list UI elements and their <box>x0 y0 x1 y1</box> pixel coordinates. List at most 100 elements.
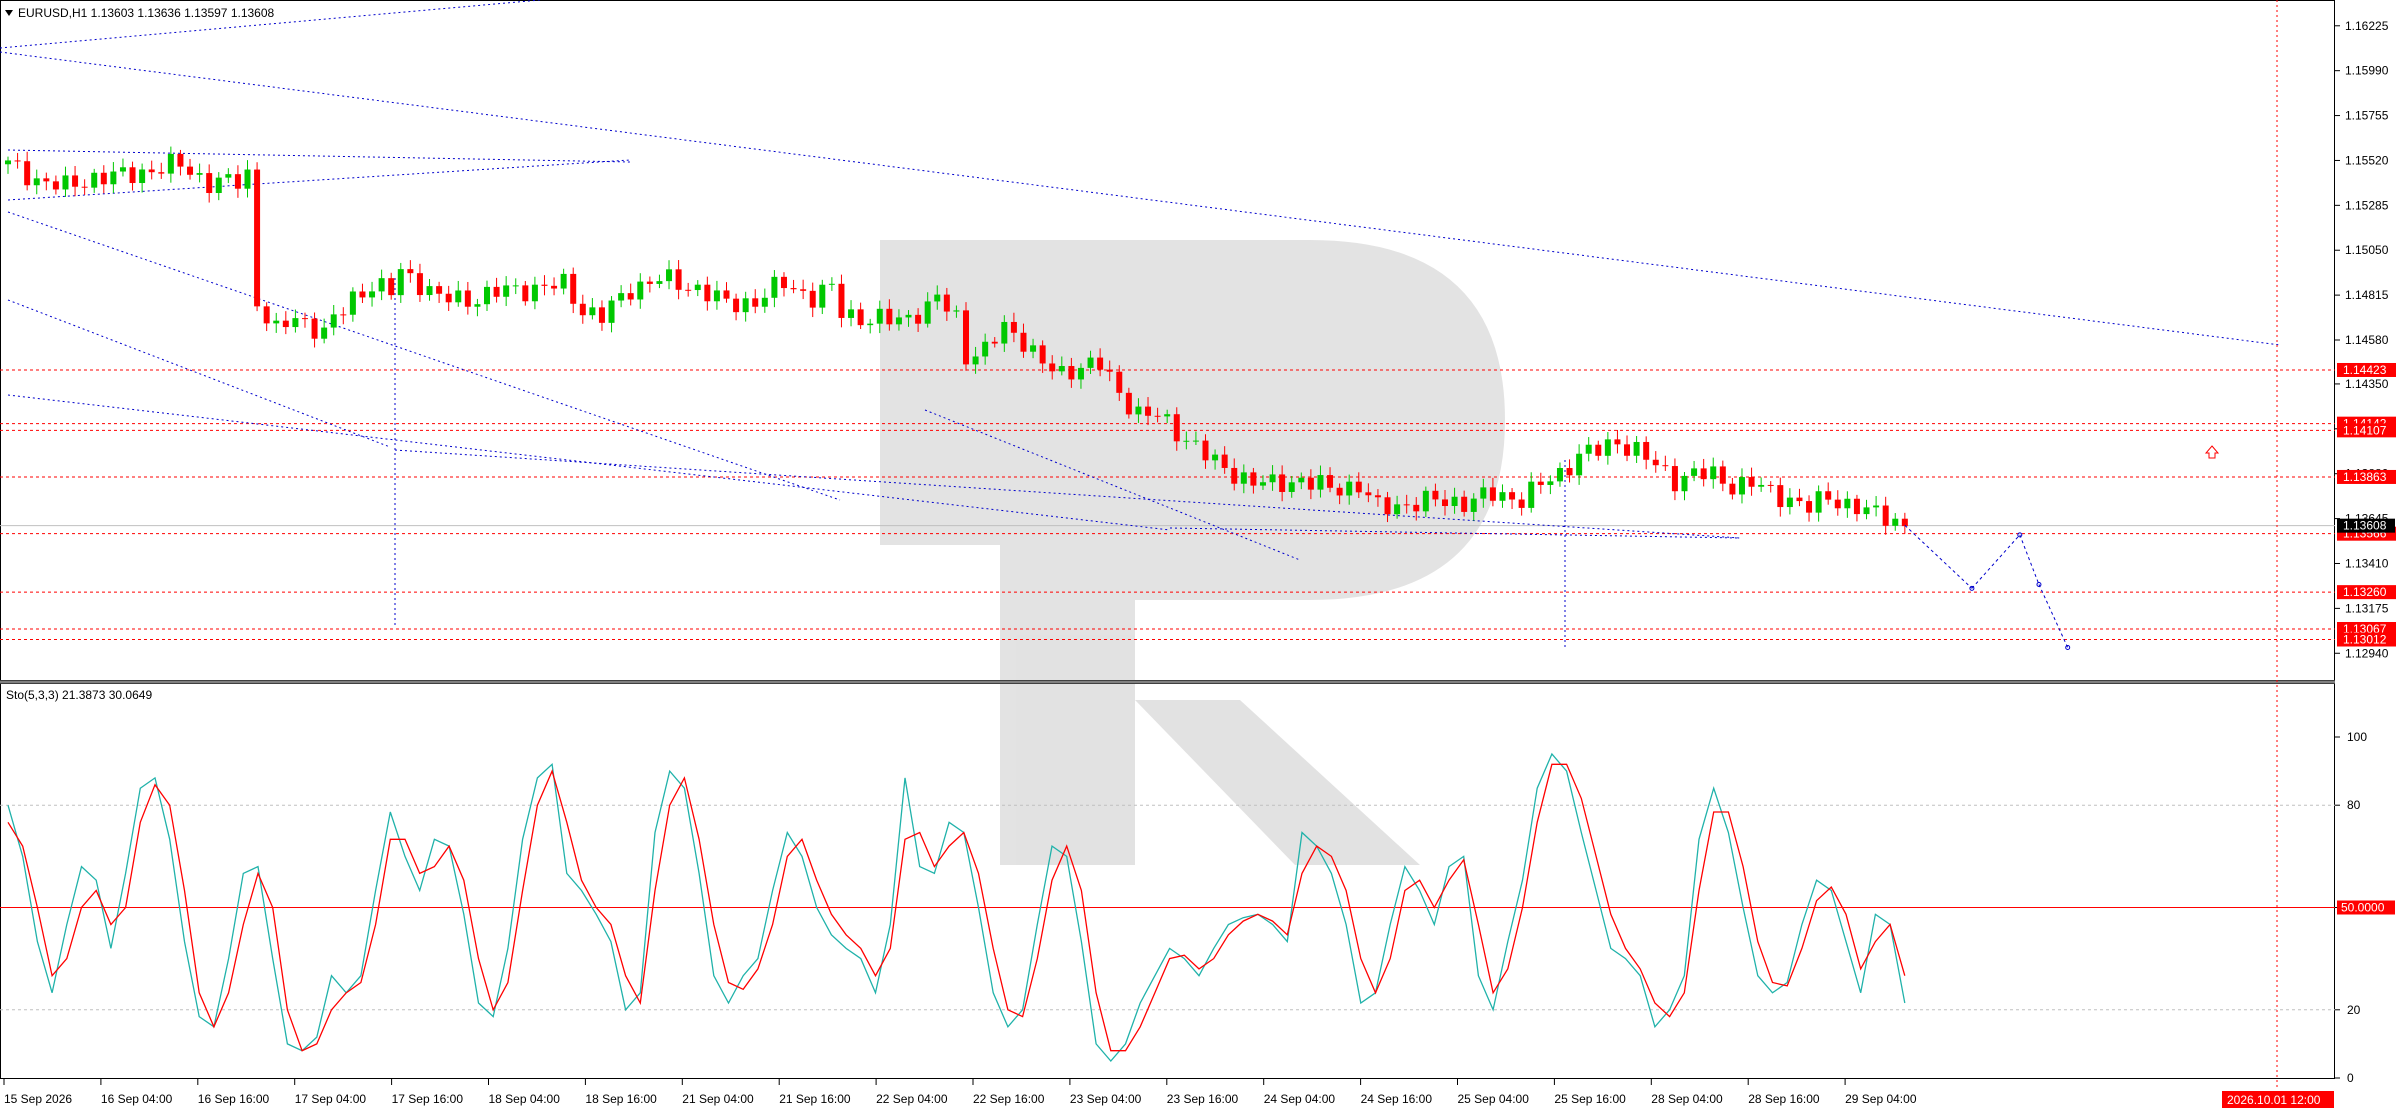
candle-body <box>1470 498 1477 512</box>
candle-body <box>378 278 385 292</box>
candle-body <box>177 153 184 167</box>
candle-body <box>828 283 835 285</box>
candle-body <box>541 284 548 286</box>
candle-body <box>62 175 69 190</box>
candle-body <box>1892 518 1899 526</box>
candle-body <box>187 166 194 175</box>
candle-body <box>1192 440 1199 442</box>
candle-body <box>522 285 529 302</box>
candle-body <box>234 174 241 189</box>
candle-body <box>694 284 701 291</box>
sto-tick-label: 50.0000 <box>2341 901 2385 915</box>
candle-body <box>426 286 433 296</box>
candle-body <box>1882 505 1889 526</box>
candle-body <box>244 169 251 189</box>
trading-chart[interactable]: 1.16225 1.15990 1.15755 1.15520 1.15285 1.150… <box>0 0 2396 1110</box>
time-tick-label: 17 Sep 04:00 <box>295 1092 367 1106</box>
candle-body <box>1279 474 1286 492</box>
candle-body <box>579 303 586 316</box>
trendline <box>7 149 631 163</box>
candle-body <box>953 310 960 312</box>
candle-body <box>1288 482 1295 492</box>
price-tick-label: 1.16225 <box>2345 19 2389 33</box>
candle-body <box>1566 468 1573 476</box>
time-tick-label: 25 Sep 04:00 <box>1458 1092 1530 1106</box>
cursor-time-label: 2026.10.01 12:00 <box>2227 1093 2321 1107</box>
candle-body <box>1614 439 1621 445</box>
price-tick-label: 1.15050 <box>2345 243 2389 257</box>
candle-body <box>1231 467 1238 484</box>
candle-body <box>1307 477 1314 490</box>
candle-body <box>1700 468 1707 480</box>
candle-body <box>780 276 787 289</box>
price-tick-label: 1.15990 <box>2345 64 2389 78</box>
candle-body <box>733 298 740 313</box>
candle-body <box>1106 369 1113 372</box>
time-tick-label: 24 Sep 04:00 <box>1264 1092 1336 1106</box>
candle-body <box>33 178 40 186</box>
candle-body <box>742 298 749 313</box>
candle-body <box>867 323 874 326</box>
candle-body <box>1077 367 1084 380</box>
candle-body <box>1403 504 1410 506</box>
candle-body <box>943 294 950 312</box>
candle-body <box>1422 490 1429 512</box>
candle-body <box>407 269 414 274</box>
candle-body <box>5 160 11 165</box>
candle-body <box>1729 483 1736 495</box>
candle-body <box>1643 441 1650 460</box>
candle-body <box>1336 487 1343 496</box>
candle-body <box>1039 345 1046 364</box>
candle-body <box>24 161 31 186</box>
candle-body <box>455 290 462 303</box>
level-label: 1.13012 <box>2343 633 2387 647</box>
candle-body <box>934 294 941 302</box>
price-tick-label: 1.15285 <box>2345 198 2389 212</box>
candle-body <box>1413 504 1420 512</box>
candle-body <box>713 290 720 302</box>
sto-tick-label: 20 <box>2347 1003 2361 1017</box>
time-tick-label: 25 Sep 16:00 <box>1554 1092 1626 1106</box>
candle-body <box>627 293 634 300</box>
candle-body <box>1154 415 1161 417</box>
collapse-triangle-icon[interactable] <box>5 10 13 16</box>
candle-body <box>1595 444 1602 456</box>
sto-tick-label: 0 <box>2347 1071 2354 1085</box>
candle-body <box>1480 487 1487 499</box>
candle-body <box>1068 366 1075 380</box>
sto-tick-label: 100 <box>2347 730 2367 744</box>
candle-body <box>1355 481 1362 493</box>
candle-body <box>1049 363 1056 372</box>
candle-body <box>1509 492 1516 500</box>
stochastic-lines <box>0 752 2335 1062</box>
candle-body <box>158 172 165 174</box>
candle-body <box>531 284 538 302</box>
candle-body <box>436 286 443 294</box>
candle-body <box>809 290 816 308</box>
candle-body <box>1374 495 1381 498</box>
candle-body <box>1633 441 1640 456</box>
candle-body <box>273 320 280 324</box>
candle-body <box>129 167 136 184</box>
candle-body <box>1221 454 1228 468</box>
candle-body <box>512 285 519 287</box>
candle-body <box>905 314 912 318</box>
time-tick-label: 28 Sep 04:00 <box>1651 1092 1723 1106</box>
candle-body <box>1384 497 1391 515</box>
candle-body <box>991 341 998 344</box>
candle-body <box>225 174 232 178</box>
up-arrow-icon <box>2204 445 2220 459</box>
candle-body <box>1030 345 1037 352</box>
time-tick-label: 29 Sep 04:00 <box>1845 1092 1917 1106</box>
price-axis: 1.16225 1.15990 1.15755 1.15520 1.15285 1.150… <box>2335 19 2396 1085</box>
candle-body <box>464 290 471 307</box>
candle-body <box>1825 491 1832 500</box>
candle-body <box>560 273 567 289</box>
price-tick-label: 1.12940 <box>2345 646 2389 660</box>
candle-body <box>790 288 797 290</box>
candle-body <box>1844 498 1851 509</box>
candle-body <box>1394 504 1401 515</box>
candle-body <box>1738 477 1745 495</box>
candle-body <box>1020 332 1027 352</box>
candle-body <box>167 153 174 174</box>
